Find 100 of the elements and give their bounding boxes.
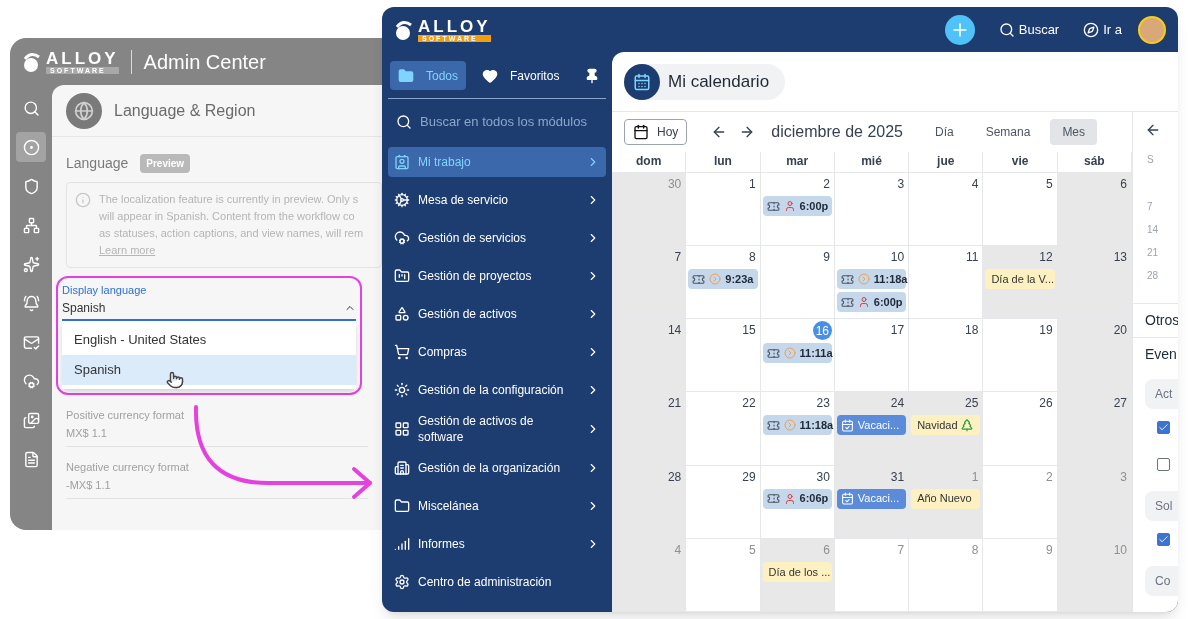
ticket-event[interactable]: 6:06p (762, 488, 832, 509)
ticket-event[interactable]: 6:00p (762, 196, 832, 216)
sidebar-tab[interactable]: Todos (390, 61, 467, 90)
holiday-event[interactable]: Navidad (911, 415, 981, 436)
menu-item[interactable]: Informes (388, 529, 606, 559)
target-icon (22, 138, 40, 156)
menu-item[interactable]: Centro de administración (388, 567, 606, 597)
ticket-event[interactable]: 11:18a (762, 415, 832, 436)
avatar[interactable] (1138, 15, 1166, 44)
back-arrow-icon[interactable] (1145, 122, 1161, 138)
panel-pill[interactable]: Sol (1145, 491, 1178, 521)
day-cell[interactable]: 16 11:11a (760, 319, 835, 393)
logo-wordmark: ALLOY (46, 49, 119, 67)
day-cell[interactable]: 23 11:18a (760, 392, 835, 466)
day-cell[interactable]: 26 (983, 392, 1058, 466)
day-cell[interactable]: 21 (612, 392, 687, 466)
day-cell[interactable]: 14 (612, 319, 687, 393)
weekday-header: lun (686, 152, 761, 172)
menu-item[interactable]: Gestión de activos (388, 299, 606, 329)
panel-pill[interactable]: Act (1145, 379, 1178, 409)
day-cell[interactable]: 17 (834, 319, 910, 393)
day-cell[interactable]: 22 (686, 392, 761, 466)
field-label: Negative currency format (66, 459, 190, 475)
ticket-event[interactable]: 11:11a (762, 343, 832, 364)
menu-item[interactable]: Gestión de la configuración (388, 375, 606, 405)
day-cell[interactable]: 25 Navidad (909, 392, 984, 466)
menu-item[interactable]: Gestión de la organización (388, 453, 606, 483)
day-number: 12 (1038, 249, 1054, 267)
event-time: 6:06p (799, 491, 829, 507)
day-cell[interactable]: 15 (686, 319, 761, 393)
event-title: Día de los ... (768, 564, 831, 580)
weekday-header: dom (612, 152, 687, 172)
module-search-field[interactable]: Buscar en todos los módulos (388, 105, 606, 139)
day-number: 25 (964, 395, 980, 413)
day-number: 2 (1045, 468, 1054, 486)
field-label: Positive currency format (66, 407, 185, 423)
day-cell[interactable]: 18 (909, 319, 984, 393)
view-tab[interactable]: Día (923, 119, 966, 145)
panel-heading: Even (1133, 337, 1178, 371)
day-cell[interactable]: 3 (834, 173, 910, 247)
menu-item[interactable]: Gestión de activos de software (388, 413, 606, 445)
day-cell[interactable]: 7 (612, 246, 687, 320)
day-cell[interactable]: 1 Año Nuevo (909, 465, 984, 539)
day-cell[interactable]: 12 Día de la V... (983, 246, 1058, 320)
day-cell[interactable]: 6 (1057, 173, 1132, 247)
ticket-event[interactable]: 9:23a (688, 269, 758, 290)
day-cell[interactable]: 1 (686, 173, 761, 247)
view-tab[interactable]: Semana (973, 119, 1043, 145)
menu-item[interactable]: Gestión de servicios (388, 223, 606, 253)
ticket-event[interactable]: 11:18a (836, 269, 907, 290)
field-value: -MX$ 1.1 (66, 478, 112, 493)
day-cell[interactable]: 9 (760, 246, 835, 320)
day-cell[interactable]: 13 (1057, 246, 1132, 320)
today-button[interactable]: Hoy (624, 119, 688, 145)
dropdown-option[interactable]: English - United States (62, 324, 356, 355)
mail-icon (22, 333, 40, 351)
add-button[interactable] (944, 14, 975, 45)
day-cell[interactable]: 27 (1057, 392, 1132, 466)
menu-item[interactable]: Gestión de proyectos (388, 261, 606, 291)
menu-item[interactable]: Mesa de servicio (388, 185, 606, 215)
goto-button[interactable]: Ir a (1083, 19, 1122, 40)
day-number: 6 (1119, 176, 1128, 193)
checkbox[interactable] (1157, 458, 1170, 471)
day-cell[interactable]: 28 (612, 465, 687, 539)
day-cell[interactable]: 19 (983, 319, 1058, 393)
day-cell[interactable]: 30 6:06p (760, 465, 835, 539)
pin-icon[interactable] (584, 67, 600, 84)
day-cell[interactable]: 6 Día de los ... (760, 538, 835, 612)
day-cell[interactable]: 8 9:23a (686, 246, 761, 320)
check-icon (1158, 534, 1169, 545)
day-cell[interactable]: 4 (909, 173, 984, 247)
holiday-event[interactable]: Día de la V... (985, 269, 1055, 290)
holiday-event[interactable]: Año Nuevo (911, 488, 981, 509)
ticket-event[interactable]: 6:00p (836, 292, 907, 313)
panel-pill[interactable]: Co (1145, 566, 1178, 596)
sparkles-icon (22, 255, 40, 273)
sidebar-tab[interactable]: Favoritos (474, 61, 568, 90)
compass-icon (1083, 21, 1100, 38)
checkbox[interactable] (1157, 533, 1170, 546)
day-number: 24 (889, 395, 906, 413)
day-number: 5 (1045, 176, 1054, 193)
day-number: 15 (741, 322, 757, 340)
day-cell[interactable]: 31 Vacaci... (834, 465, 910, 539)
day-cell[interactable]: 10 11:18a 6:00p (834, 246, 910, 320)
day-cell[interactable]: 29 (686, 465, 761, 539)
day-cell[interactable]: 24 Vacaci... (834, 392, 910, 466)
day-cell[interactable]: 5 (983, 173, 1058, 247)
view-tab[interactable]: Mes (1050, 119, 1098, 145)
dropdown-option[interactable]: Spanish (62, 354, 356, 385)
day-cell[interactable]: 20 (1057, 319, 1132, 393)
day-cell[interactable]: 11 (909, 246, 984, 320)
calendar-icon (633, 72, 651, 91)
menu-item[interactable]: Miscelánea (388, 491, 606, 521)
day-cell[interactable]: 2 6:00p (760, 173, 835, 247)
day-number: 30 (815, 468, 831, 486)
menu-item[interactable]: Compras (388, 337, 606, 367)
checkbox[interactable] (1157, 421, 1170, 434)
holiday-event[interactable]: Día de los ... (762, 561, 832, 582)
search-button[interactable]: Buscar (998, 19, 1060, 40)
rail-button[interactable] (16, 132, 46, 162)
